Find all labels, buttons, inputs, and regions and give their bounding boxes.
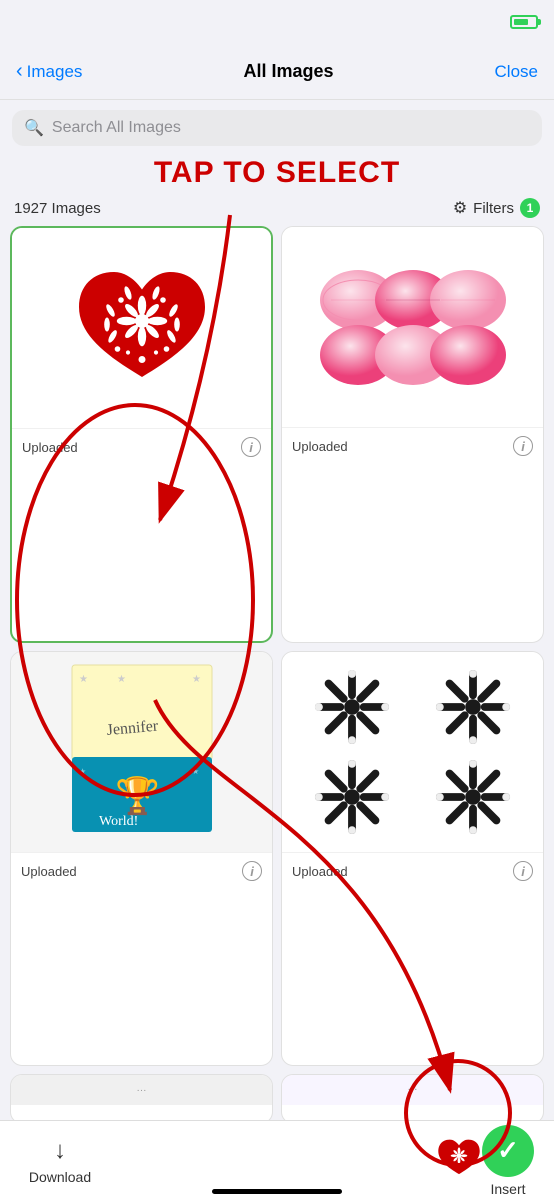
svg-text:🏆: 🏆	[115, 775, 160, 816]
mandala-4	[415, 754, 532, 840]
partial-row: ··· ···	[0, 1074, 554, 1124]
image-preview-heart	[12, 228, 271, 428]
filter-badge: 1	[520, 198, 540, 218]
svg-text:★: ★	[79, 674, 88, 685]
filter-icon: ⚙	[453, 198, 467, 218]
nav-bar: ‹ Images All Images Close	[0, 44, 554, 100]
image-preview-stationery: ★ ★ ★ Jennifer ★ ★ 🏆 World!	[11, 652, 272, 852]
image-footer-heart: Uploaded i	[12, 428, 271, 465]
insert-label: Insert	[490, 1181, 525, 1197]
search-bar[interactable]: 🔍 Search All Images	[12, 110, 542, 146]
image-label-cushion: Uploaded	[292, 439, 348, 454]
download-icon: ↓	[54, 1137, 66, 1165]
insert-check-circle: ✓	[482, 1125, 534, 1177]
image-count: 1927 Images	[14, 200, 101, 217]
selected-thumbnail-toolbar	[436, 1135, 482, 1186]
search-input[interactable]: Search All Images	[52, 119, 181, 137]
image-card-mandala[interactable]: Uploaded i	[281, 651, 544, 1066]
checkmark-icon: ✓	[497, 1135, 519, 1166]
image-footer-mandala: Uploaded i	[282, 852, 543, 889]
info-button-heart[interactable]: i	[241, 437, 261, 457]
image-footer-cushion: Uploaded i	[282, 427, 543, 464]
svg-text:★: ★	[192, 767, 199, 776]
back-chevron-icon: ‹	[16, 60, 23, 83]
mandala-1	[294, 664, 411, 750]
info-button-mandala[interactable]: i	[513, 861, 533, 881]
download-button[interactable]: ↓ Download	[20, 1137, 100, 1185]
image-preview-mandala	[282, 652, 543, 852]
filter-label: Filters	[473, 200, 514, 217]
image-label-stationery: Uploaded	[21, 864, 77, 879]
battery-icon	[510, 15, 538, 29]
mandala-2	[415, 664, 532, 750]
partial-card-left[interactable]: ···	[10, 1074, 273, 1124]
info-button-stationery[interactable]: i	[242, 861, 262, 881]
info-button-cushion[interactable]: i	[513, 436, 533, 456]
filter-button[interactable]: ⚙ Filters 1	[453, 198, 540, 218]
status-bar	[0, 0, 554, 44]
image-grid: Uploaded i	[0, 226, 554, 1066]
svg-text:★: ★	[117, 674, 126, 685]
image-preview-cushion	[282, 227, 543, 427]
back-button[interactable]: ‹ Images	[16, 60, 82, 83]
bottom-toolbar: ↓ Download ✓ Insert	[0, 1120, 554, 1200]
home-bar	[212, 1189, 342, 1194]
insert-button[interactable]: ✓ Insert	[482, 1125, 534, 1197]
image-card-cushion[interactable]: Uploaded i	[281, 226, 544, 643]
page-title: All Images	[243, 61, 333, 82]
filter-bar: 1927 Images ⚙ Filters 1	[0, 192, 554, 226]
tap-to-select-banner: TAP TO SELECT	[0, 156, 554, 190]
svg-text:★: ★	[192, 674, 201, 685]
mandala-3	[294, 754, 411, 840]
image-label-heart: Uploaded	[22, 440, 78, 455]
partial-card-right[interactable]: ···	[281, 1074, 544, 1124]
image-card-heart[interactable]: Uploaded i	[10, 226, 273, 643]
download-label: Download	[29, 1169, 91, 1185]
search-icon: 🔍	[24, 118, 44, 138]
svg-text:World!: World!	[99, 814, 138, 829]
image-card-stationery[interactable]: ★ ★ ★ Jennifer ★ ★ 🏆 World! Uploaded i	[10, 651, 273, 1066]
close-button[interactable]: Close	[495, 62, 538, 82]
image-footer-stationery: Uploaded i	[11, 852, 272, 889]
svg-text:★: ★	[79, 767, 86, 776]
image-label-mandala: Uploaded	[292, 864, 348, 879]
back-label: Images	[27, 62, 83, 82]
